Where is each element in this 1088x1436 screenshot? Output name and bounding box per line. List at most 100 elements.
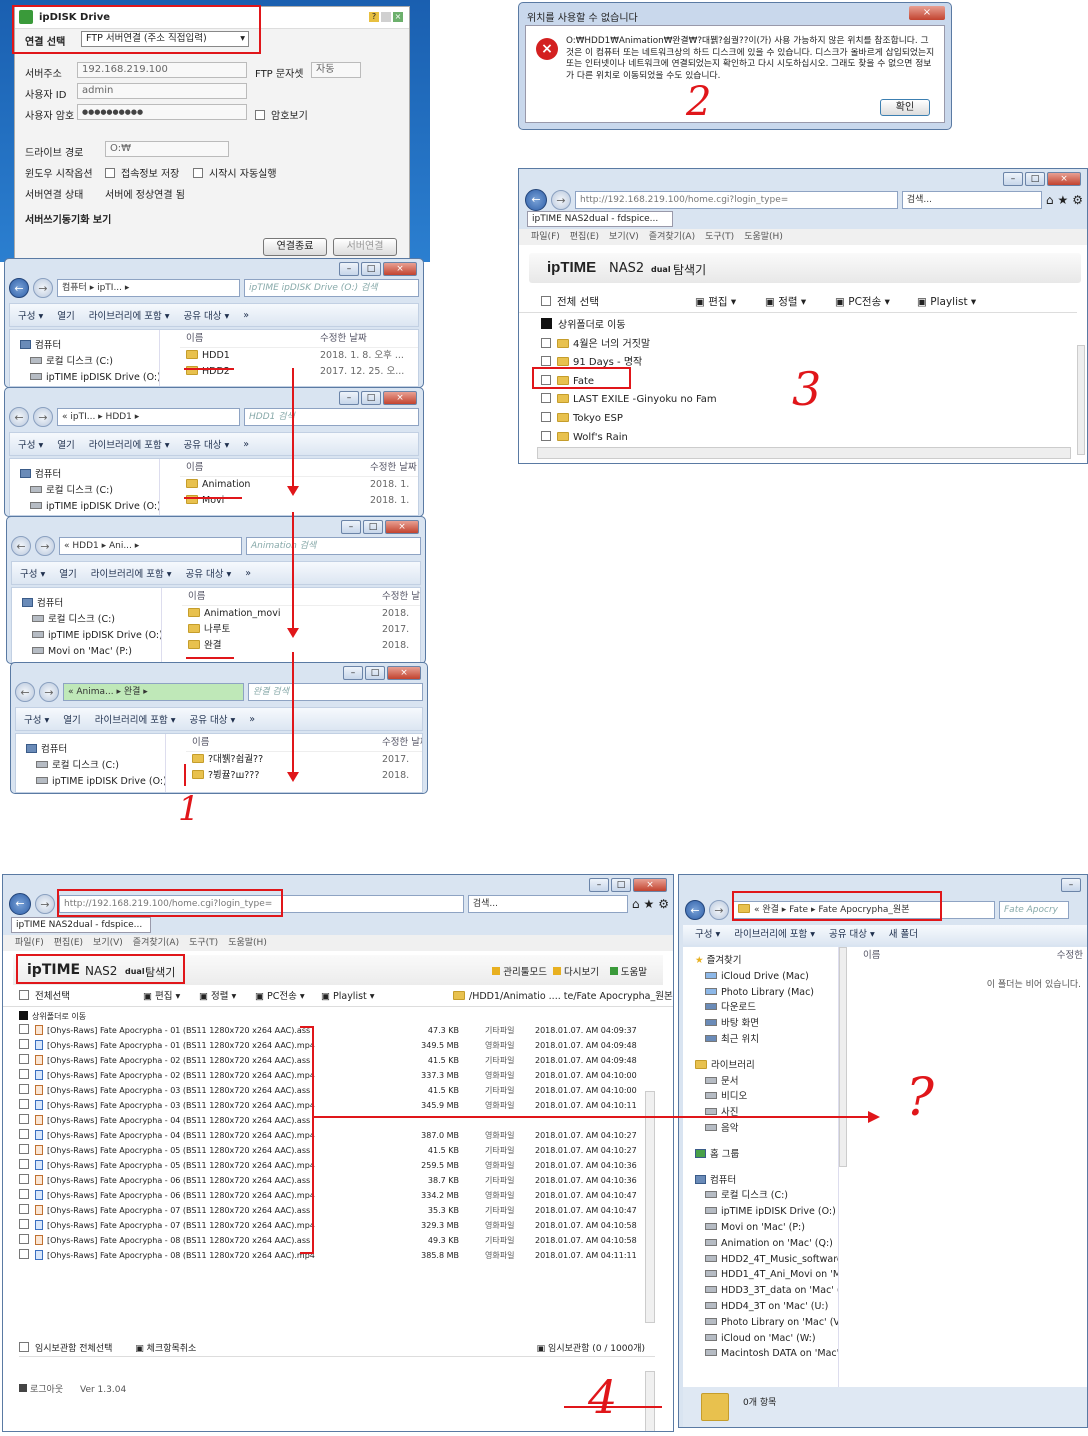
open-button[interactable]: 열기 xyxy=(57,437,74,451)
nav-item[interactable]: 음악 xyxy=(695,1121,838,1137)
minimize-icon[interactable]: – xyxy=(339,262,359,276)
select-all-checkbox[interactable]: 전체 선택 xyxy=(541,291,599,313)
showpw-checkbox[interactable]: 암호보기 xyxy=(255,107,308,122)
table-row[interactable]: [Ohys-Raws] Fate Apocrypha - 05 (BS11 12… xyxy=(19,1158,639,1173)
nav-item[interactable]: Photo Library (Mac) xyxy=(695,985,838,1001)
minimize-icon[interactable]: – xyxy=(1003,172,1023,186)
back-icon[interactable]: ← xyxy=(9,893,31,915)
list-item[interactable]: Tokyo ESP xyxy=(541,410,717,429)
row-checkbox[interactable] xyxy=(19,1234,29,1244)
help-icon[interactable]: ? xyxy=(369,12,379,22)
col-name[interactable]: 이름 xyxy=(192,737,209,748)
gear-icon[interactable]: ⚙ xyxy=(658,897,669,911)
more-button[interactable]: » xyxy=(243,439,249,450)
nav-item[interactable]: 다운로드 xyxy=(695,1000,838,1016)
pw-input[interactable]: ●●●●●●●●●● xyxy=(77,104,247,120)
refresh-button[interactable]: 다시보기 xyxy=(553,964,599,978)
list-item[interactable]: 4월은 너의 거짓말 xyxy=(541,336,717,355)
col-name[interactable]: 이름 xyxy=(188,591,205,602)
row-checkbox[interactable] xyxy=(19,1024,29,1034)
nav-item[interactable]: 로컬 디스크 (C:) xyxy=(695,1188,838,1204)
list-item[interactable]: Animation 2018. 1. xyxy=(180,477,418,493)
menu-help[interactable]: 도움말(H) xyxy=(744,232,783,242)
drive-select[interactable]: O:₩ xyxy=(105,141,229,157)
edit-button[interactable]: ▣ 편집 ▾ xyxy=(695,291,736,313)
nav-item[interactable]: 로컬 디스크 (C:) xyxy=(20,354,159,370)
ok-button[interactable]: 확인 xyxy=(880,99,930,116)
nav-libraries[interactable]: 라이브러리 xyxy=(695,1058,838,1074)
menu-file[interactable]: 파일(F) xyxy=(15,938,44,948)
nav-item[interactable]: ipTIME ipDISK Drive (O:) xyxy=(26,774,165,790)
search-input[interactable]: 완결 검색 xyxy=(248,683,423,701)
address-bar[interactable]: « ipTI... ▸ HDD1 ▸ xyxy=(57,408,240,426)
admin-button[interactable]: 관리툴모드 xyxy=(492,964,547,978)
more-button[interactable]: » xyxy=(245,568,251,579)
minimize-icon[interactable] xyxy=(381,12,391,22)
forward-icon[interactable]: → xyxy=(39,682,59,702)
search-input[interactable]: 검색... xyxy=(901,191,1042,209)
nav-item[interactable]: iCloud Drive (Mac) xyxy=(695,969,838,985)
table-row[interactable]: [Ohys-Raws] Fate Apocrypha - 03 (BS11 12… xyxy=(19,1083,639,1098)
share-button[interactable]: 공유 대상 ▾ xyxy=(184,308,230,322)
library-button[interactable]: 라이브러리에 포함 ▾ xyxy=(89,308,170,322)
list-item[interactable]: 나루토 2017. xyxy=(182,622,420,638)
close-icon[interactable]: × xyxy=(1047,172,1081,186)
row-checkbox[interactable] xyxy=(19,1249,29,1259)
search-input[interactable]: 검색... xyxy=(467,895,628,913)
scrollbar-vertical[interactable] xyxy=(645,1371,655,1431)
row-checkbox[interactable] xyxy=(19,1219,29,1229)
nav-item[interactable]: Photo Library on 'Mac' (V:) xyxy=(695,1315,838,1331)
nav-item[interactable]: Animation on 'Mac' (Q:) xyxy=(695,1236,838,1252)
table-row[interactable]: [Ohys-Raws] Fate Apocrypha - 08 (BS11 12… xyxy=(19,1248,639,1263)
select-all-checkbox[interactable]: 전체선택 xyxy=(19,987,70,1007)
share-button[interactable]: 공유 대상 ▾ xyxy=(190,712,236,726)
table-row[interactable]: [Ohys-Raws] Fate Apocrypha - 02 (BS11 12… xyxy=(19,1053,639,1068)
maximize-icon[interactable]: □ xyxy=(361,391,381,405)
nav-item[interactable]: 컴퓨터 xyxy=(20,467,159,483)
table-row[interactable]: [Ohys-Raws] Fate Apocrypha - 06 (BS11 12… xyxy=(19,1188,639,1203)
table-row[interactable]: [Ohys-Raws] Fate Apocrypha - 03 (BS11 12… xyxy=(19,1098,639,1113)
close-icon[interactable]: × xyxy=(383,262,417,276)
col-name[interactable]: 이름 xyxy=(186,462,203,473)
autostart-checkbox[interactable]: 시작시 자동실행 xyxy=(193,165,277,180)
help-button[interactable]: 도움말 xyxy=(609,964,647,978)
temp-select-all-checkbox[interactable]: 임시보관함 전체선택 xyxy=(19,1342,112,1354)
nav-homegroup[interactable]: 홈 그룹 xyxy=(695,1147,838,1163)
share-button[interactable]: 공유 대상 ▾ xyxy=(186,566,232,580)
table-row[interactable]: [Ohys-Raws] Fate Apocrypha - 05 (BS11 12… xyxy=(19,1143,639,1158)
row-checkbox[interactable] xyxy=(19,1084,29,1094)
nav-item[interactable]: HDD3_3T_data on 'Mac' (T: xyxy=(695,1283,838,1299)
list-item[interactable]: HDD2 2017. 12. 25. 오... xyxy=(180,364,418,380)
col-date[interactable]: 수정한 날짜 xyxy=(382,734,422,752)
scrollbar-vertical[interactable] xyxy=(645,1091,655,1323)
nav-computer[interactable]: 컴퓨터 xyxy=(695,1173,838,1189)
col-date[interactable]: 수정한 xyxy=(1057,947,1083,965)
close-icon[interactable]: × xyxy=(393,12,403,22)
organize-button[interactable]: 구성 ▾ xyxy=(20,566,45,580)
open-button[interactable]: 열기 xyxy=(59,566,76,580)
nav-item[interactable]: Movi on 'Mac' (P:) xyxy=(695,1220,838,1236)
menu-favorites[interactable]: 즐겨찾기(A) xyxy=(133,938,179,948)
nav-item[interactable]: ipTIME ipDISK Drive (O:) xyxy=(20,499,159,515)
disconnect-button[interactable]: 연결종료 xyxy=(263,238,327,256)
address-bar[interactable]: 컴퓨터 ▸ ipTI... ▸ xyxy=(57,279,240,297)
edit-button[interactable]: ▣ 편집 ▾ xyxy=(143,987,180,1007)
scrollbar-horizontal[interactable] xyxy=(537,447,1071,459)
list-item[interactable]: ?뷩뀰?ш??? 2018. xyxy=(186,768,422,784)
more-button[interactable]: » xyxy=(243,310,249,321)
nav-item[interactable]: HDD4_3T on 'Mac' (U:) xyxy=(695,1299,838,1315)
col-date[interactable]: 수정한 날짜 xyxy=(320,330,367,348)
more-button[interactable]: » xyxy=(249,714,255,725)
pcsend-button[interactable]: ▣ PC전송 ▾ xyxy=(255,987,305,1007)
row-checkbox[interactable] xyxy=(19,1039,29,1049)
address-bar[interactable]: « Anima... ▸ 완결 ▸ xyxy=(63,683,244,701)
close-icon[interactable]: × xyxy=(909,6,945,20)
list-item[interactable]: ?대뷁?쉽궐?? 2017. xyxy=(186,752,422,768)
search-input[interactable]: HDD1 검색 xyxy=(244,408,419,426)
address-bar[interactable]: « HDD1 ▸ Ani... ▸ xyxy=(59,537,242,555)
nav-item[interactable]: ipTIME ipDISK Drive (O:) xyxy=(22,628,161,644)
browser-tab[interactable]: ipTIME NAS2dual - fdspice... xyxy=(11,917,151,933)
minimize-icon[interactable]: – xyxy=(589,878,609,892)
forward-icon[interactable]: → xyxy=(551,190,571,210)
menu-edit[interactable]: 편집(E) xyxy=(54,938,83,948)
